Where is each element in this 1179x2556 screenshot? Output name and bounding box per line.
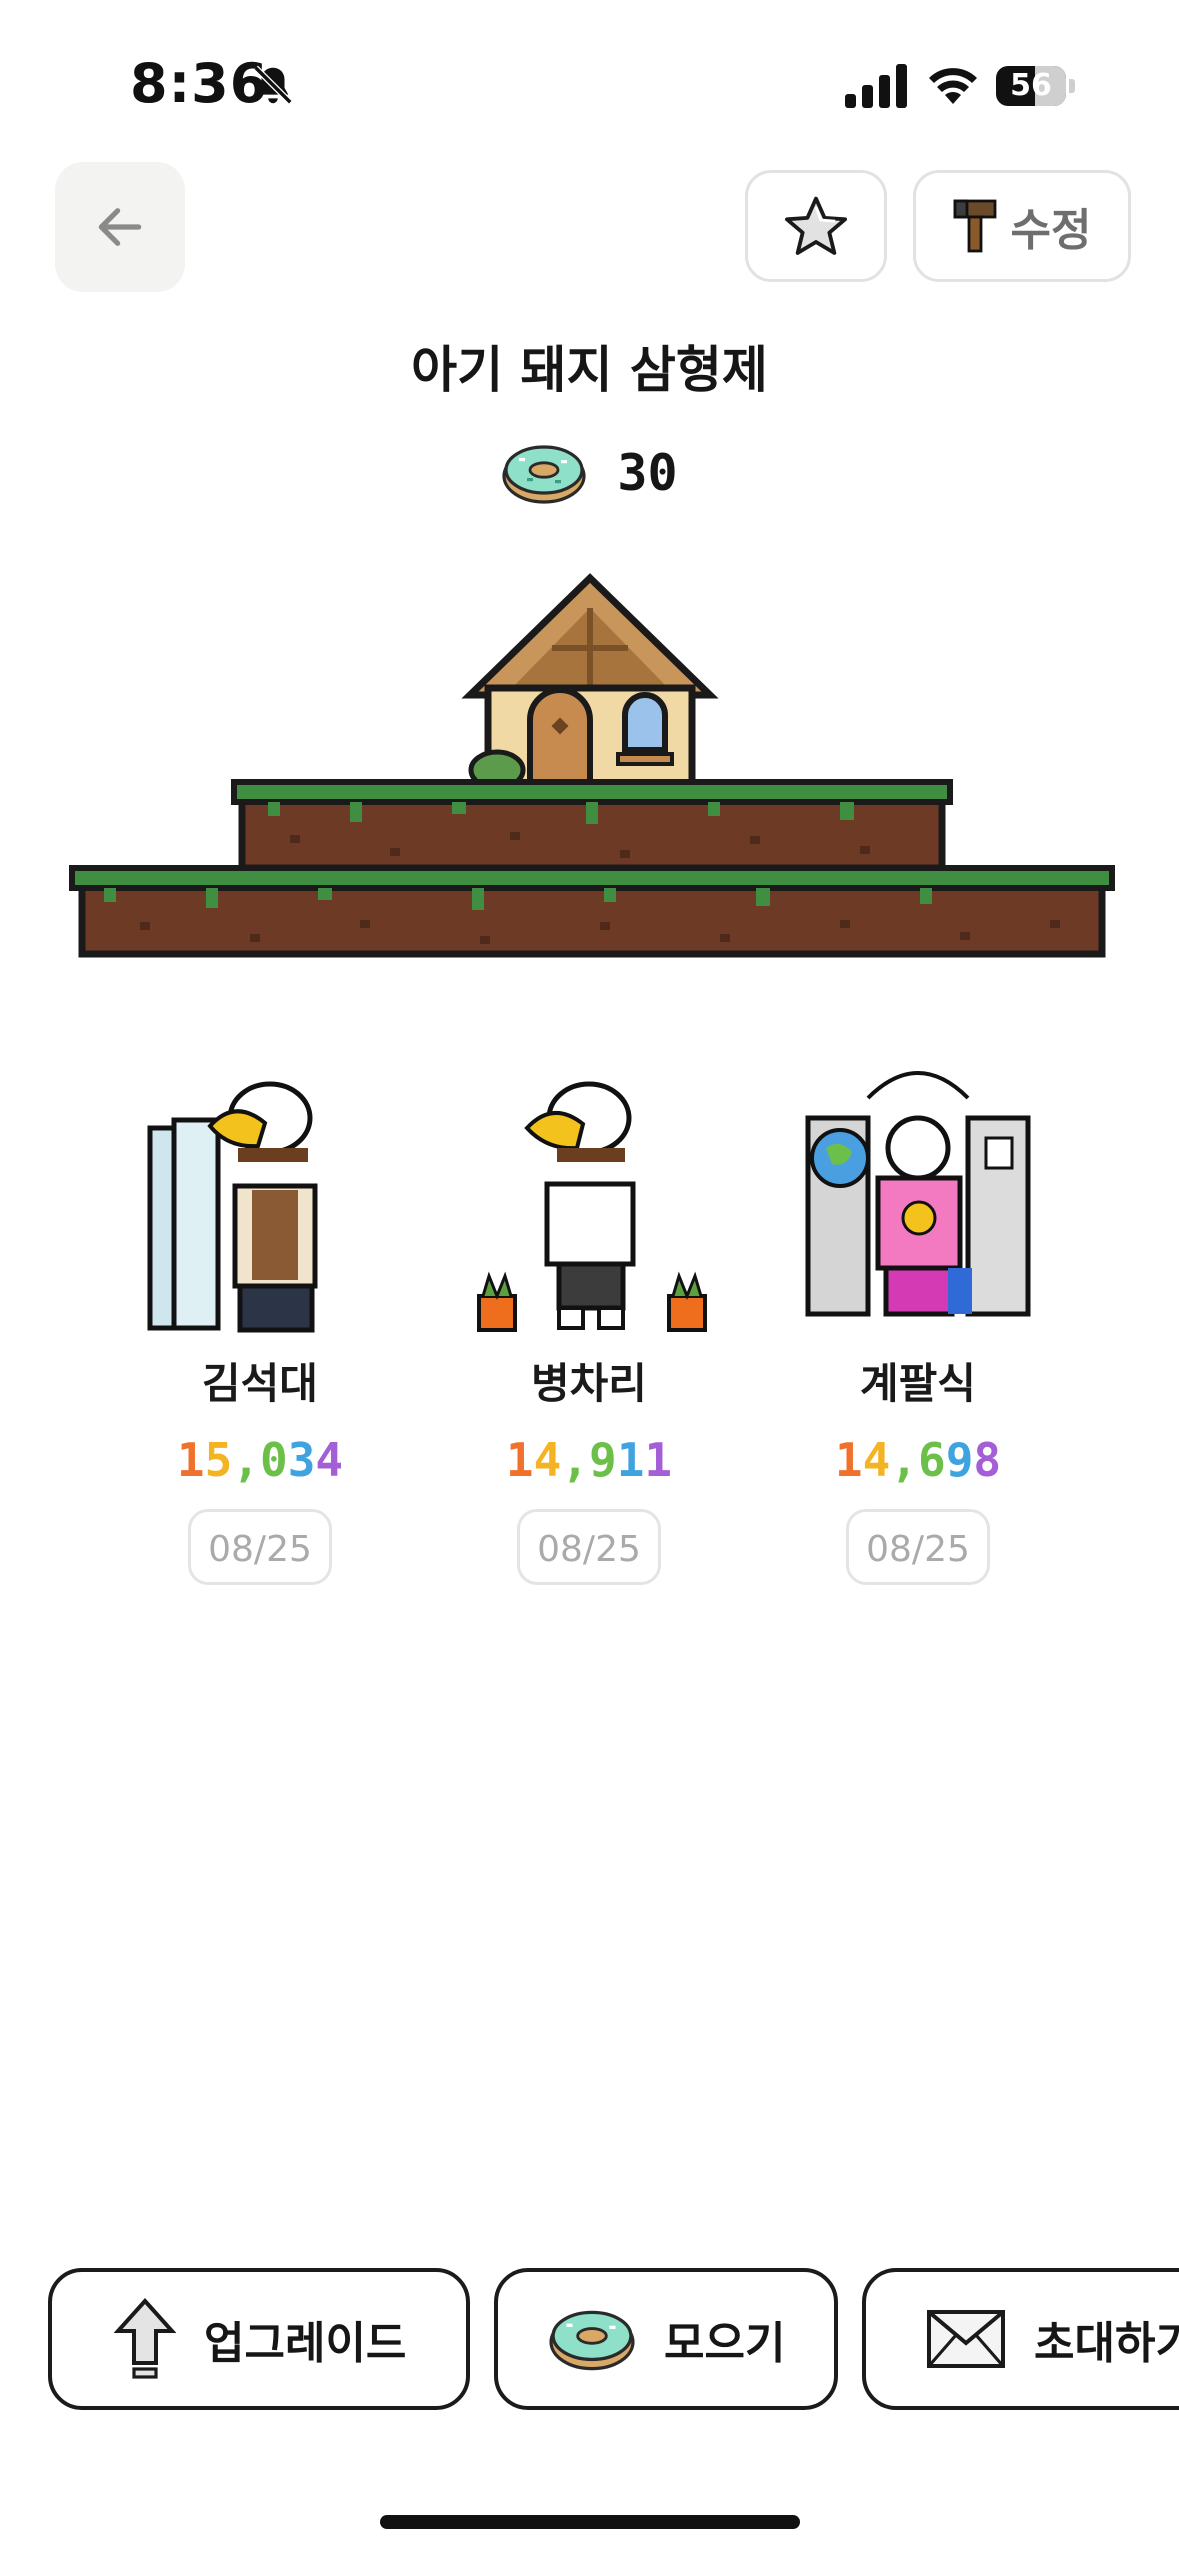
score-char: 9 — [589, 1433, 617, 1487]
invite-label: 초대하기 — [1034, 2318, 1179, 2369]
star-icon — [785, 196, 847, 255]
donut-counter: 30 — [0, 442, 1179, 504]
edit-label: 수정 — [1010, 205, 1092, 256]
collect-button[interactable]: 모으기 — [494, 2268, 838, 2410]
home-indicator — [380, 2515, 800, 2529]
member-card[interactable]: 병차리 14,911 08/25 — [469, 1068, 709, 1585]
member-date: 08/25 — [517, 1509, 661, 1585]
lower-grass-platform — [69, 865, 1115, 958]
status-time: 8:36 — [130, 52, 269, 115]
score-char: 4 — [315, 1433, 344, 1487]
donut-icon — [502, 445, 586, 504]
upper-grass-platform — [231, 779, 953, 872]
score-char: 4 — [533, 1433, 562, 1487]
upgrade-button[interactable]: 업그레이드 — [48, 2268, 470, 2410]
member-card[interactable]: 김석대 15,034 08/25 — [140, 1068, 380, 1585]
upgrade-arrow-icon — [114, 2298, 176, 2379]
member-date: 08/25 — [846, 1509, 990, 1585]
edit-button[interactable]: 수정 — [913, 170, 1131, 282]
member-name: 병차리 — [531, 1359, 647, 1408]
score-char: 1 — [505, 1433, 534, 1487]
cellular-signal-icon — [845, 64, 907, 108]
member-score: 15,034 — [140, 1433, 380, 1487]
score-char: 1 — [176, 1433, 205, 1487]
member-avatar — [477, 1081, 707, 1332]
invite-button[interactable]: 초대하기 — [862, 2268, 1179, 2410]
member-date: 08/25 — [188, 1509, 332, 1585]
member-name: 계팔식 — [860, 1359, 976, 1408]
page-title: 아기 돼지 삼형제 — [411, 341, 768, 399]
score-char: 8 — [973, 1433, 1002, 1487]
score-char: , — [561, 1433, 589, 1487]
score-char: 1 — [644, 1433, 673, 1487]
score-char: 1 — [834, 1433, 863, 1487]
arrow-left-icon — [98, 208, 142, 246]
farm-scene — [69, 573, 1115, 958]
score-char: 9 — [945, 1433, 974, 1487]
score-char: 6 — [918, 1433, 946, 1487]
wifi-icon — [929, 68, 977, 104]
score-char: , — [890, 1433, 918, 1487]
house-illustration — [461, 573, 719, 791]
donut-icon — [549, 2310, 635, 2371]
score-char: 1 — [616, 1433, 645, 1487]
score-char: 5 — [204, 1433, 233, 1487]
member-card[interactable]: 계팔식 14,698 08/25 — [798, 1068, 1038, 1585]
member-score: 14,698 — [798, 1433, 1038, 1487]
battery-level: 56 — [1010, 68, 1052, 103]
member-avatar — [147, 1081, 318, 1333]
score-char: 4 — [862, 1433, 891, 1487]
score-char: 3 — [287, 1433, 316, 1487]
upgrade-label: 업그레이드 — [204, 2318, 407, 2369]
favorite-button[interactable] — [745, 170, 887, 282]
donut-count: 30 — [617, 444, 678, 502]
score-char: 0 — [260, 1433, 288, 1487]
bell-slash-icon — [253, 65, 293, 105]
collect-label: 모으기 — [664, 2318, 786, 2369]
score-char: , — [232, 1433, 260, 1487]
member-score: 14,911 — [469, 1433, 709, 1487]
back-button[interactable] — [55, 162, 185, 292]
battery-icon: 56 — [996, 66, 1076, 106]
member-name: 김석대 — [202, 1359, 318, 1408]
member-avatar — [805, 1071, 1031, 1317]
hammer-icon — [953, 199, 996, 253]
envelope-icon — [927, 2310, 1005, 2368]
